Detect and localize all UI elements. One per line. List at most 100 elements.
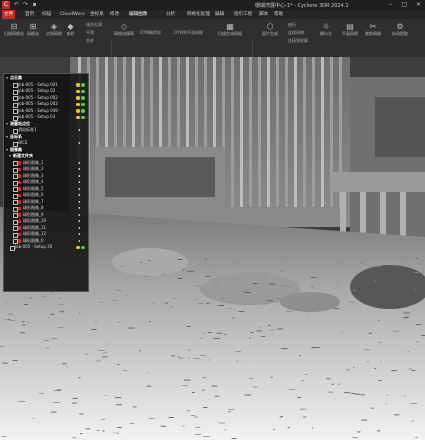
point-speckle bbox=[24, 303, 29, 305]
small-item-4[interactable]: DTM到平面网格 bbox=[174, 30, 203, 36]
point-speckle bbox=[186, 410, 191, 412]
point-speckle bbox=[59, 311, 65, 313]
point-speckle bbox=[32, 418, 35, 420]
point-speckle bbox=[146, 385, 152, 387]
point-speckle bbox=[1, 436, 7, 437]
light-icon: ☼ bbox=[322, 22, 330, 31]
point-speckle bbox=[114, 397, 122, 399]
ribbon-button-6[interactable]: ⬡ 面片生成 bbox=[262, 22, 278, 37]
small-item-7[interactable]: 连接到轮廓 bbox=[288, 38, 308, 44]
tab-7[interactable]: 分析 bbox=[164, 10, 177, 19]
tab-9[interactable]: 编辑 bbox=[213, 10, 226, 19]
save-icon[interactable]: ▪ bbox=[31, 1, 38, 8]
point-speckle bbox=[353, 366, 355, 368]
small-item-5[interactable]: 遍历 bbox=[288, 22, 296, 28]
point-speckle bbox=[169, 306, 174, 308]
point-speckle bbox=[224, 429, 226, 431]
point-speckle bbox=[0, 346, 4, 347]
tab-11[interactable]: 脚本 bbox=[257, 10, 270, 19]
point-speckle bbox=[182, 385, 188, 387]
point-speckle bbox=[354, 393, 361, 395]
tab-3[interactable]: CloudWorx bbox=[58, 10, 87, 19]
maximize-icon[interactable]: □ bbox=[398, 0, 411, 10]
point-speckle bbox=[5, 301, 8, 303]
small-item-3[interactable]: DTM精简到 bbox=[140, 30, 161, 36]
tab-4[interactable]: 坐标系 bbox=[88, 10, 106, 19]
point-cloud-item[interactable]: Job-005 - Setup 30 bbox=[4, 244, 88, 251]
ribbon-button-2[interactable]: ◈ 点到网格 bbox=[46, 22, 62, 37]
small-item-0[interactable]: 填充孔洞 bbox=[86, 22, 102, 28]
mesh-icon: ⊟ bbox=[10, 22, 18, 31]
tab-1[interactable]: 首页 bbox=[23, 10, 36, 19]
status-dot-icon bbox=[76, 96, 80, 100]
image-icon bbox=[18, 206, 21, 210]
tab-0[interactable]: 文件 bbox=[2, 10, 16, 19]
ribbon-button-3[interactable]: ◆ 体积 bbox=[66, 22, 75, 37]
point-speckle bbox=[263, 283, 265, 284]
point-speckle bbox=[208, 359, 211, 361]
point-speckle bbox=[280, 285, 286, 287]
point-speckle bbox=[202, 377, 207, 378]
point-speckle bbox=[104, 395, 107, 396]
point-speckle bbox=[183, 379, 191, 381]
small-item-6[interactable]: 连续间隙 bbox=[288, 30, 304, 36]
point-speckle bbox=[299, 408, 307, 410]
point-speckle bbox=[378, 342, 382, 343]
tab-2[interactable]: 扫描 bbox=[40, 10, 53, 19]
close-icon[interactable]: ✕ bbox=[412, 0, 425, 10]
image-icon bbox=[18, 232, 21, 236]
ribbon-button-11[interactable]: ▤ 平面网格 bbox=[342, 22, 358, 37]
point-speckle bbox=[193, 358, 201, 360]
point-speckle bbox=[115, 290, 122, 291]
image-icon bbox=[18, 161, 21, 165]
point-speckle bbox=[66, 366, 68, 368]
point-speckle bbox=[161, 273, 166, 275]
ribbon-button-1[interactable]: ⊞ 网格化 bbox=[27, 22, 39, 37]
ribbon-button-12[interactable]: ✂ 裁剪网格 bbox=[365, 22, 381, 37]
point-speckle bbox=[221, 297, 224, 299]
point-speckle bbox=[335, 282, 338, 283]
tab-10[interactable]: 指引工程 bbox=[232, 10, 254, 19]
point-speckle bbox=[10, 319, 15, 321]
tab-8[interactable]: 网格化处理 bbox=[185, 10, 212, 19]
point-speckle bbox=[41, 295, 47, 297]
ribbon-button-4[interactable]: ◇ 网格化精简 bbox=[114, 22, 134, 37]
point-speckle bbox=[96, 429, 100, 431]
small-item-1[interactable]: 平滑 bbox=[86, 30, 94, 36]
point-speckle bbox=[212, 281, 220, 283]
point-speckle bbox=[103, 352, 108, 354]
minimize-icon[interactable]: – bbox=[384, 0, 397, 10]
point-speckle bbox=[217, 305, 224, 306]
point-speckle bbox=[286, 311, 293, 312]
facade-stripe bbox=[231, 57, 234, 207]
status-dot-icon bbox=[81, 109, 85, 113]
point-speckle bbox=[333, 308, 339, 309]
point-speckle bbox=[50, 313, 55, 315]
point-speckle bbox=[101, 418, 106, 420]
redo-icon[interactable]: ↷ bbox=[22, 1, 29, 8]
ribbon-button-0[interactable]: ⊟ 扫描网格化 bbox=[4, 22, 24, 37]
logo-icon[interactable]: C bbox=[2, 1, 10, 9]
point-speckle bbox=[253, 283, 259, 285]
small-item-2[interactable]: 合并 bbox=[86, 38, 94, 44]
ribbon-button-5[interactable]: ▦ 扫描生成网格 bbox=[218, 22, 242, 37]
point-speckle bbox=[374, 280, 377, 282]
point-speckle bbox=[218, 422, 226, 424]
title-bar: C ↶ ↷ ▪ 珊瑚湾展中心-1* - Cyclone 3DR 2024.1 –… bbox=[0, 0, 425, 10]
point-speckle bbox=[268, 283, 276, 285]
point-speckle bbox=[194, 433, 202, 435]
image-icon bbox=[18, 167, 21, 171]
point-speckle bbox=[238, 311, 245, 312]
point-speckle bbox=[187, 270, 194, 272]
point-speckle bbox=[245, 292, 251, 293]
facade-stripe bbox=[303, 57, 306, 207]
ribbon-button-10[interactable]: ☼ 横与光 bbox=[320, 22, 332, 37]
point-speckle bbox=[228, 308, 232, 309]
undo-icon[interactable]: ↶ bbox=[13, 1, 20, 8]
ribbon-button-13[interactable]: ⚙ 自动提取 bbox=[392, 22, 408, 37]
tab-5[interactable]: 修改 bbox=[108, 10, 121, 19]
point-speckle bbox=[278, 258, 280, 260]
tab-12[interactable]: 帮助 bbox=[272, 10, 285, 19]
point-speckle bbox=[168, 417, 174, 418]
point-speckle bbox=[146, 372, 149, 374]
